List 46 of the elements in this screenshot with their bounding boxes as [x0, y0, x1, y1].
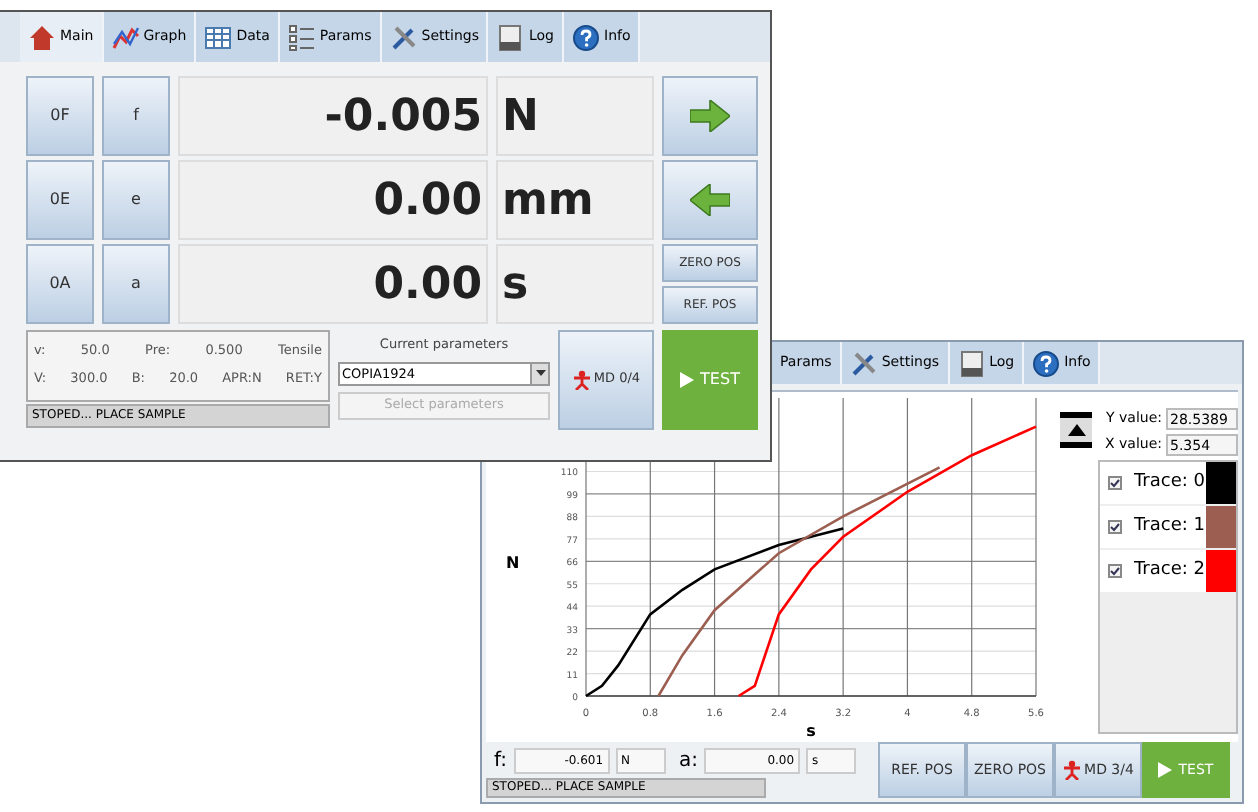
checkbox[interactable] — [1108, 564, 1122, 578]
caret-icon — [535, 370, 545, 377]
zero-button[interactable]: 0A — [26, 244, 94, 324]
reading-unit: s — [496, 244, 654, 324]
figure-icon — [1062, 760, 1083, 780]
back-button[interactable] — [662, 160, 758, 240]
document-icon — [496, 23, 525, 51]
figure-icon — [571, 370, 592, 390]
zero-button[interactable]: 0E — [26, 160, 94, 240]
channel-button[interactable]: e — [102, 160, 170, 240]
checkbox[interactable] — [1108, 476, 1122, 490]
x-axis-label: s — [806, 722, 816, 740]
play-icon — [680, 372, 695, 388]
channel-button[interactable]: a — [102, 244, 170, 324]
readout-label: f: — [494, 747, 508, 775]
help-icon — [1032, 349, 1061, 377]
zero-button[interactable]: 0F — [26, 76, 94, 156]
trace-label: Trace: 2 — [1134, 557, 1206, 584]
arrow-right-icon — [690, 100, 730, 132]
trace-label: Trace: 1 — [1134, 513, 1206, 540]
forward-button[interactable] — [662, 76, 758, 156]
check-icon — [1110, 522, 1120, 532]
home-icon — [28, 23, 56, 51]
tools-icon — [849, 349, 878, 377]
arrow-left-icon — [690, 184, 730, 216]
list-icon — [287, 23, 316, 51]
tools-icon — [389, 23, 418, 51]
reading-unit: N — [496, 76, 654, 156]
trace-label: Trace: 0 — [1134, 469, 1206, 496]
play-icon — [1158, 762, 1173, 778]
y-axis-label: N — [506, 554, 520, 572]
reading-value: -0.005 — [178, 76, 488, 156]
chart-line-icon — [111, 23, 140, 51]
help-icon — [572, 23, 600, 51]
check-icon — [1110, 478, 1120, 488]
readout-label: a: — [679, 747, 699, 775]
checkbox[interactable] — [1108, 520, 1122, 534]
reading-value: 0.00 — [178, 160, 488, 240]
document-icon — [957, 349, 986, 377]
triangle-up-icon — [1067, 424, 1085, 436]
table-icon — [204, 23, 233, 51]
reading-value: 0.00 — [178, 244, 488, 324]
check-icon — [1110, 566, 1120, 576]
reading-unit: mm — [496, 160, 654, 240]
channel-button[interactable]: f — [102, 76, 170, 156]
collapse-button[interactable] — [1060, 412, 1092, 448]
